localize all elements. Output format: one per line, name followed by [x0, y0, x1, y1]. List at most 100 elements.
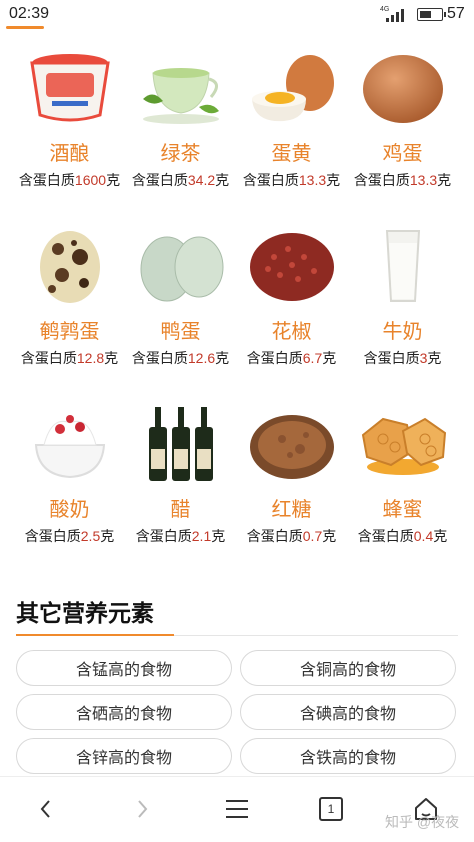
battery-icon	[417, 8, 446, 21]
food-name: 蜂蜜	[382, 499, 423, 521]
protein-value: 0.7	[302, 528, 323, 544]
protein-value: 0.4	[413, 528, 434, 544]
green-tea-cup-image	[131, 44, 231, 132]
food-protein: 含蛋白质12.6克	[125, 348, 236, 369]
nutrient-list: 含锰高的食物 含铜高的食物 含硒高的食物 含碘高的食物 含锌高的食物 含铁高的食物	[16, 650, 456, 774]
protein-unit: 克	[326, 172, 341, 188]
back-button[interactable]	[24, 787, 68, 831]
food-name: 鸡蛋	[382, 143, 423, 165]
protein-value: 12.8	[76, 350, 105, 366]
chicken-egg-image	[353, 44, 453, 132]
protein-value: 12.6	[187, 350, 216, 366]
brown-sugar-image	[242, 400, 342, 488]
protein-unit: 克	[322, 350, 337, 366]
food-protein: 含蛋白质0.7克	[236, 526, 347, 547]
section-title: 其它营养元素	[16, 600, 154, 626]
protein-unit: 克	[211, 528, 226, 544]
menu-icon	[226, 800, 248, 818]
food-item[interactable]: 蜂蜜含蛋白质0.4克	[347, 400, 458, 555]
food-name: 酒酿	[49, 143, 90, 165]
yogurt-image	[20, 400, 120, 488]
nutrient-link-button[interactable]: 含铁高的食物	[240, 738, 456, 774]
sichuan-pepper-image	[242, 222, 342, 310]
quail-egg-image	[20, 222, 120, 310]
nutrient-link-button[interactable]: 含碘高的食物	[240, 694, 456, 730]
tabs-icon: 1	[319, 797, 343, 821]
signal-icon	[386, 9, 406, 22]
protein-unit: 克	[433, 528, 448, 544]
food-name: 花椒	[271, 321, 312, 343]
food-item[interactable]: 绿茶 含蛋白质34.2克	[125, 44, 236, 222]
tabs-button[interactable]: 1	[309, 787, 353, 831]
food-item[interactable]: 花椒含蛋白质6.7克	[236, 222, 347, 400]
food-item[interactable]: 醋含蛋白质2.1克	[125, 400, 236, 555]
rice-wine-cup-image	[20, 44, 120, 132]
food-protein: 含蛋白质6.7克	[236, 348, 347, 369]
food-name: 酸奶	[49, 499, 90, 521]
food-protein: 含蛋白质3克	[347, 348, 458, 369]
protein-unit: 克	[322, 528, 337, 544]
duck-egg-image	[131, 222, 231, 310]
protein-prefix: 含蛋白质	[135, 528, 192, 544]
forward-button[interactable]	[120, 787, 164, 831]
protein-prefix: 含蛋白质	[363, 350, 420, 366]
protein-prefix: 含蛋白质	[246, 528, 303, 544]
food-item[interactable]: 牛奶含蛋白质3克	[347, 222, 458, 400]
food-item[interactable]: 酒酿含蛋白质1600克	[14, 44, 125, 222]
food-protein: 含蛋白质13.3克	[347, 170, 458, 191]
protein-value: 34.2	[187, 172, 216, 188]
food-item[interactable]: 鸡蛋含蛋白质13.3克	[347, 44, 458, 222]
status-bar: 02:39 4G 57	[0, 0, 474, 30]
food-item[interactable]: 鸭蛋 含蛋白质12.6克	[125, 222, 236, 400]
protein-value: 2.5	[80, 528, 101, 544]
nutrient-link-button[interactable]: 含铜高的食物	[240, 650, 456, 686]
protein-value: 13.3	[409, 172, 438, 188]
food-protein: 含蛋白质13.3克	[236, 170, 347, 191]
food-item[interactable]: 红糖含蛋白质0.7克	[236, 400, 347, 555]
protein-value: 13.3	[298, 172, 327, 188]
food-grid: 酒酿 含蛋白质1600克 绿茶 含蛋白质34.2克 蛋黄 含蛋白质13.3克 鸡蛋 含蛋白质1…	[14, 44, 460, 555]
food-name: 鹌鹑蛋	[39, 321, 100, 343]
protein-unit: 克	[437, 172, 452, 188]
honeycomb-image	[353, 400, 453, 488]
protein-value: 6.7	[302, 350, 323, 366]
protein-value: 2.1	[191, 528, 212, 544]
protein-prefix: 含蛋白质	[18, 172, 75, 188]
protein-unit: 克	[215, 350, 230, 366]
food-item[interactable]: 鹌鹑蛋含蛋白质12.8克	[14, 222, 125, 400]
protein-prefix: 含蛋白质	[357, 528, 414, 544]
protein-prefix: 含蛋白质	[131, 350, 188, 366]
menu-button[interactable]	[215, 787, 259, 831]
protein-prefix: 含蛋白质	[242, 172, 299, 188]
protein-prefix: 含蛋白质	[20, 350, 77, 366]
protein-unit: 克	[104, 350, 119, 366]
vinegar-bottles-image	[131, 400, 231, 488]
food-protein: 含蛋白质2.1克	[125, 526, 236, 547]
protein-unit: 克	[215, 172, 230, 188]
milk-glass-image	[353, 222, 453, 310]
food-name: 蛋黄	[271, 143, 312, 165]
battery-level	[420, 11, 431, 18]
protein-value: 1600	[74, 172, 107, 188]
food-protein: 含蛋白质12.8克	[14, 348, 125, 369]
food-name: 牛奶	[382, 321, 423, 343]
protein-unit: 克	[427, 350, 442, 366]
status-time-underline	[6, 26, 44, 29]
food-protein: 含蛋白质0.4克	[347, 526, 458, 547]
food-item[interactable]: 酸奶含蛋白质2.5克	[14, 400, 125, 555]
food-name: 醋	[170, 499, 191, 521]
tab-count: 1	[327, 802, 335, 816]
nutrient-link-button[interactable]: 含锰高的食物	[16, 650, 232, 686]
protein-unit: 克	[100, 528, 115, 544]
food-protein: 含蛋白质1600克	[14, 170, 125, 191]
nutrient-link-button[interactable]: 含锌高的食物	[16, 738, 232, 774]
food-protein: 含蛋白质34.2克	[125, 170, 236, 191]
protein-prefix: 含蛋白质	[24, 528, 81, 544]
nutrient-link-button[interactable]: 含硒高的食物	[16, 694, 232, 730]
protein-prefix: 含蛋白质	[246, 350, 303, 366]
chevron-right-icon	[138, 800, 148, 818]
food-item[interactable]: 蛋黄含蛋白质13.3克	[236, 44, 347, 222]
watermark: 知乎 @夜夜	[385, 814, 460, 830]
food-name: 红糖	[271, 499, 312, 521]
section-divider	[174, 635, 458, 636]
